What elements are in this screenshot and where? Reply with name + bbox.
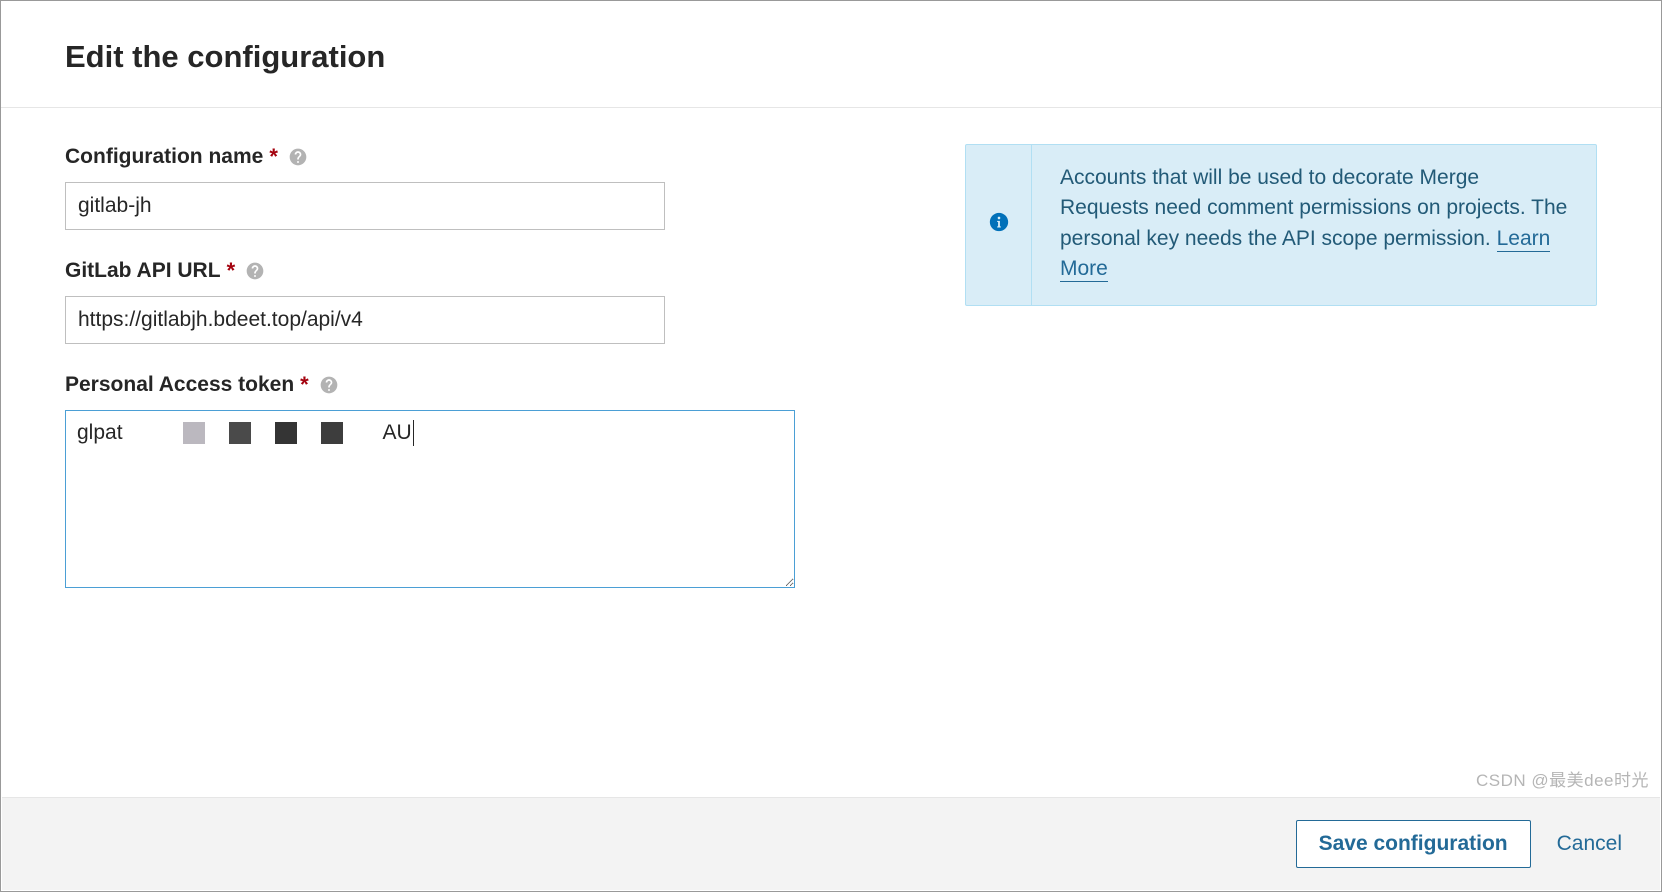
footer-bar: Save configuration Cancel [2,797,1660,890]
token-textarea[interactable] [65,410,795,588]
required-indicator: * [269,144,278,170]
config-name-label: Configuration name [65,145,263,169]
token-group: Personal Access token * glpat AU [65,372,827,593]
info-text: Accounts that will be used to decorate M… [1032,145,1596,305]
info-icon-zone [966,145,1032,305]
api-url-label: GitLab API URL [65,259,221,283]
api-url-label-row: GitLab API URL * [65,258,827,284]
config-name-group: Configuration name * [65,144,827,230]
help-icon[interactable] [288,147,308,167]
info-box: Accounts that will be used to decorate M… [965,144,1597,306]
page-header: Edit the configuration [1,1,1661,108]
required-indicator: * [227,258,236,284]
required-indicator: * [300,372,309,398]
config-name-input[interactable] [65,182,665,230]
token-label-row: Personal Access token * [65,372,827,398]
cancel-button[interactable]: Cancel [1557,832,1622,856]
api-url-group: GitLab API URL * [65,258,827,344]
config-name-label-row: Configuration name * [65,144,827,170]
help-icon[interactable] [319,375,339,395]
content-area: Configuration name * GitLab API URL * Pe… [1,108,1661,641]
watermark: CSDN @最美dee时光 [1476,766,1649,791]
form-column: Configuration name * GitLab API URL * Pe… [65,144,827,621]
info-message: Accounts that will be used to decorate M… [1060,166,1567,250]
token-textarea-wrapper: glpat AU [65,410,795,593]
help-icon[interactable] [245,261,265,281]
save-button[interactable]: Save configuration [1296,820,1531,868]
token-label: Personal Access token [65,373,294,397]
page-title: Edit the configuration [65,39,1597,75]
api-url-input[interactable] [65,296,665,344]
info-column: Accounts that will be used to decorate M… [965,144,1597,621]
info-icon [988,211,1010,238]
